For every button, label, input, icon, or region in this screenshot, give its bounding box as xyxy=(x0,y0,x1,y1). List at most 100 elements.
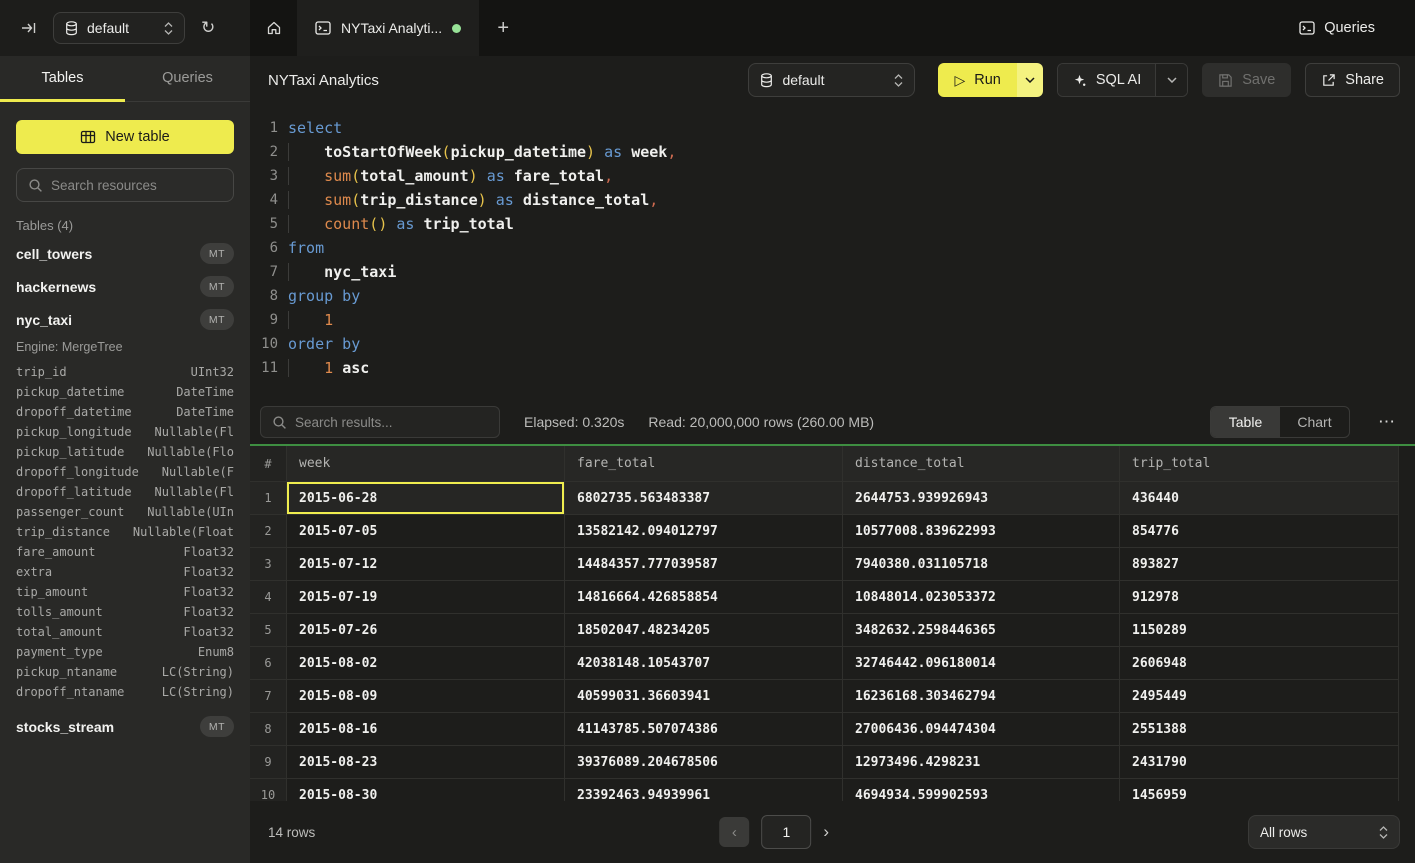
table-cell[interactable]: 2015-08-02 xyxy=(287,647,565,680)
code-line[interactable]: 11 1 asc xyxy=(250,356,1415,380)
sidebar-tab-queries[interactable]: Queries xyxy=(125,56,250,102)
table-cell[interactable]: 40599031.36603941 xyxy=(565,680,843,713)
table-cell[interactable]: 27006436.094474304 xyxy=(843,713,1120,746)
table-cell[interactable]: 2431790 xyxy=(1120,746,1399,779)
table-cell[interactable]: 1150289 xyxy=(1120,614,1399,647)
page-size-selector[interactable]: All rows xyxy=(1248,815,1400,849)
table-item-header[interactable]: cell_towersMT xyxy=(16,237,234,270)
schema-column-row: dropoff_datetimeDateTime xyxy=(16,402,234,422)
results-menu-button[interactable]: ⋯ xyxy=(1374,412,1399,432)
refresh-button[interactable]: ↻ xyxy=(201,18,215,38)
code-line[interactable]: 8group by xyxy=(250,284,1415,308)
table-cell[interactable]: 854776 xyxy=(1120,515,1399,548)
table-cell[interactable]: 16236168.303462794 xyxy=(843,680,1120,713)
table-cell[interactable]: 23392463.94939961 xyxy=(565,779,843,801)
table-cell[interactable]: 18502047.48234205 xyxy=(565,614,843,647)
table-cell[interactable]: 912978 xyxy=(1120,581,1399,614)
table-cell[interactable]: 42038148.10543707 xyxy=(565,647,843,680)
table-cell[interactable]: 7940380.031105718 xyxy=(843,548,1120,581)
schema-column-row: dropoff_latitudeNullable(Fl xyxy=(16,482,234,502)
search-resources-input[interactable] xyxy=(51,178,222,193)
code-line[interactable]: 4 sum(trip_distance) as distance_total, xyxy=(250,188,1415,212)
column-header[interactable]: trip_total xyxy=(1120,446,1399,482)
sql-ai-button[interactable]: SQL AI xyxy=(1058,64,1155,96)
toggle-table[interactable]: Table xyxy=(1211,407,1280,437)
table-cell[interactable]: 32746442.096180014 xyxy=(843,647,1120,680)
table-cell[interactable]: 14816664.426858854 xyxy=(565,581,843,614)
table-cell[interactable]: 3482632.2598446365 xyxy=(843,614,1120,647)
table-cell[interactable]: 14484357.777039587 xyxy=(565,548,843,581)
code-text: sum(trip_distance) as distance_total, xyxy=(288,188,658,212)
query-database-selector[interactable]: default xyxy=(748,63,915,97)
table-cell[interactable]: 2606948 xyxy=(1120,647,1399,680)
table-cell[interactable]: 39376089.204678506 xyxy=(565,746,843,779)
collapse-sidebar-button[interactable] xyxy=(20,20,37,36)
column-header[interactable]: distance_total xyxy=(843,446,1120,482)
column-header[interactable]: week xyxy=(287,446,565,482)
table-cell[interactable]: 2015-08-09 xyxy=(287,680,565,713)
table-cell[interactable]: 2015-07-26 xyxy=(287,614,565,647)
run-button[interactable]: ▷ Run xyxy=(938,63,1016,97)
table-item-header[interactable]: stocks_streamMT xyxy=(16,710,234,743)
share-button[interactable]: Share xyxy=(1305,63,1400,97)
schema-column-name: pickup_datetime xyxy=(16,385,124,399)
table-cell[interactable]: 10848014.023053372 xyxy=(843,581,1120,614)
code-line[interactable]: 6from xyxy=(250,236,1415,260)
column-header[interactable]: # xyxy=(250,446,287,482)
schema-column-name: dropoff_longitude xyxy=(16,465,139,479)
new-tab-button[interactable]: + xyxy=(479,0,527,56)
schema-column-type: LC(String) xyxy=(162,685,234,699)
table-name: nyc_taxi xyxy=(16,312,72,328)
code-line[interactable]: 10order by xyxy=(250,332,1415,356)
line-number: 6 xyxy=(250,236,278,260)
table-cell[interactable]: 13582142.094012797 xyxy=(565,515,843,548)
table-cell[interactable]: 41143785.507074386 xyxy=(565,713,843,746)
table-cell[interactable]: 2015-07-19 xyxy=(287,581,565,614)
table-cell[interactable]: 2015-06-28 xyxy=(287,482,565,515)
code-line[interactable]: 9 1 xyxy=(250,308,1415,332)
code-line[interactable]: 1select xyxy=(250,116,1415,140)
sidebar-search[interactable] xyxy=(16,168,234,202)
sql-ai-options-button[interactable] xyxy=(1155,64,1187,96)
prev-page-button[interactable]: ‹ xyxy=(719,817,749,847)
code-line[interactable]: 3 sum(total_amount) as fare_total, xyxy=(250,164,1415,188)
table-cell[interactable]: 1456959 xyxy=(1120,779,1399,801)
results-search[interactable] xyxy=(260,406,500,438)
code-line[interactable]: 7 nyc_taxi xyxy=(250,260,1415,284)
table-cell[interactable]: 4694934.599902593 xyxy=(843,779,1120,801)
topbar-database-selector[interactable]: default xyxy=(53,12,185,44)
table-cell[interactable]: 2551388 xyxy=(1120,713,1399,746)
table-cell[interactable]: 2015-08-30 xyxy=(287,779,565,801)
table-cell[interactable]: 12973496.4298231 xyxy=(843,746,1120,779)
table-cell[interactable]: 10577008.839622993 xyxy=(843,515,1120,548)
table-cell[interactable]: 2015-08-23 xyxy=(287,746,565,779)
table-cell[interactable]: 2644753.939926943 xyxy=(843,482,1120,515)
search-results-input[interactable] xyxy=(295,415,488,430)
table-cell[interactable]: 436440 xyxy=(1120,482,1399,515)
run-options-button[interactable] xyxy=(1017,63,1043,97)
table-item-header[interactable]: nyc_taxiMT xyxy=(16,303,234,336)
queries-menu-button[interactable]: Queries xyxy=(1299,0,1415,56)
table-cell[interactable]: 2015-07-12 xyxy=(287,548,565,581)
sql-editor[interactable]: 1select2 toStartOfWeek(pickup_datetime) … xyxy=(250,104,1415,400)
column-header[interactable]: fare_total xyxy=(565,446,843,482)
table-cell[interactable]: 2495449 xyxy=(1120,680,1399,713)
next-page-button[interactable]: › xyxy=(823,822,829,842)
table-cell[interactable]: 2015-08-16 xyxy=(287,713,565,746)
table-cell[interactable]: 6802735.563483387 xyxy=(565,482,843,515)
tab-nytaxi-analytics[interactable]: NYTaxi Analyti... xyxy=(297,0,479,56)
toggle-chart[interactable]: Chart xyxy=(1280,407,1349,437)
code-line[interactable]: 5 count() as trip_total xyxy=(250,212,1415,236)
code-line[interactable]: 2 toStartOfWeek(pickup_datetime) as week… xyxy=(250,140,1415,164)
table-cell[interactable]: 893827 xyxy=(1120,548,1399,581)
current-page[interactable]: 1 xyxy=(761,815,811,849)
table-item-header[interactable]: hackernewsMT xyxy=(16,270,234,303)
home-tab[interactable] xyxy=(250,0,297,56)
arrow-to-bar-icon xyxy=(20,20,37,36)
save-button[interactable]: Save xyxy=(1202,63,1291,97)
sidebar-tab-tables[interactable]: Tables xyxy=(0,56,125,102)
elapsed-stat: Elapsed: 0.320s xyxy=(524,414,624,430)
line-number: 10 xyxy=(250,332,278,356)
table-cell[interactable]: 2015-07-05 xyxy=(287,515,565,548)
new-table-button[interactable]: New table xyxy=(16,120,234,154)
